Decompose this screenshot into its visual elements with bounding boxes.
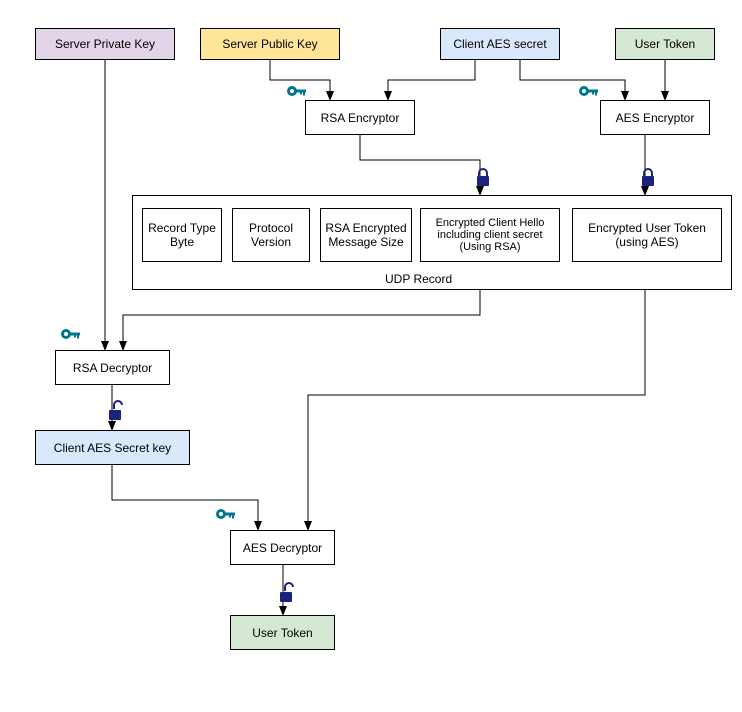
- record-type-byte-label: Record Type Byte: [147, 221, 217, 249]
- encrypted-client-hello-label: Encrypted Client Hello including client …: [425, 217, 555, 253]
- udp-record-label: UDP Record: [385, 272, 452, 286]
- encrypted-user-token-box: Encrypted User Token (using AES): [572, 208, 722, 262]
- server-public-key-box: Server Public Key: [200, 28, 340, 60]
- rsa-decryptor-label: RSA Decryptor: [73, 361, 152, 375]
- protocol-version-label: Protocol Version: [237, 221, 305, 249]
- protocol-version-box: Protocol Version: [232, 208, 310, 262]
- client-aes-secret-key-box: Client AES Secret key: [35, 430, 190, 465]
- key-icon: [215, 505, 237, 523]
- server-public-key-label: Server Public Key: [222, 37, 317, 51]
- lock-closed-icon: [475, 168, 491, 188]
- client-aes-secret-label: Client AES secret: [453, 37, 546, 51]
- lock-open-icon: [277, 582, 295, 604]
- rsa-encrypted-message-size-box: RSA Encrypted Message Size: [320, 208, 412, 262]
- user-token-input-label: User Token: [635, 37, 695, 51]
- aes-decryptor-box: AES Decryptor: [230, 530, 335, 565]
- encrypted-user-token-label: Encrypted User Token (using AES): [577, 221, 717, 249]
- user-token-input-box: User Token: [615, 28, 715, 60]
- aes-encryptor-label: AES Encryptor: [616, 111, 695, 125]
- rsa-decryptor-box: RSA Decryptor: [55, 350, 170, 385]
- aes-encryptor-box: AES Encryptor: [600, 100, 710, 135]
- lock-closed-icon: [640, 168, 656, 188]
- client-aes-secret-key-label: Client AES Secret key: [54, 441, 171, 455]
- server-private-key-label: Server Private Key: [55, 37, 155, 51]
- client-aes-secret-box: Client AES secret: [440, 28, 560, 60]
- aes-decryptor-label: AES Decryptor: [243, 541, 322, 555]
- user-token-output-box: User Token: [230, 615, 335, 650]
- lock-open-icon: [106, 400, 124, 422]
- user-token-output-label: User Token: [252, 626, 312, 640]
- rsa-encrypted-message-size-label: RSA Encrypted Message Size: [325, 221, 407, 249]
- server-private-key-box: Server Private Key: [35, 28, 175, 60]
- rsa-encryptor-label: RSA Encryptor: [321, 111, 400, 125]
- encrypted-client-hello-box: Encrypted Client Hello including client …: [420, 208, 560, 262]
- key-icon: [578, 82, 600, 100]
- key-icon: [286, 82, 308, 100]
- record-type-byte-box: Record Type Byte: [142, 208, 222, 262]
- key-icon: [60, 325, 82, 343]
- rsa-encryptor-box: RSA Encryptor: [305, 100, 415, 135]
